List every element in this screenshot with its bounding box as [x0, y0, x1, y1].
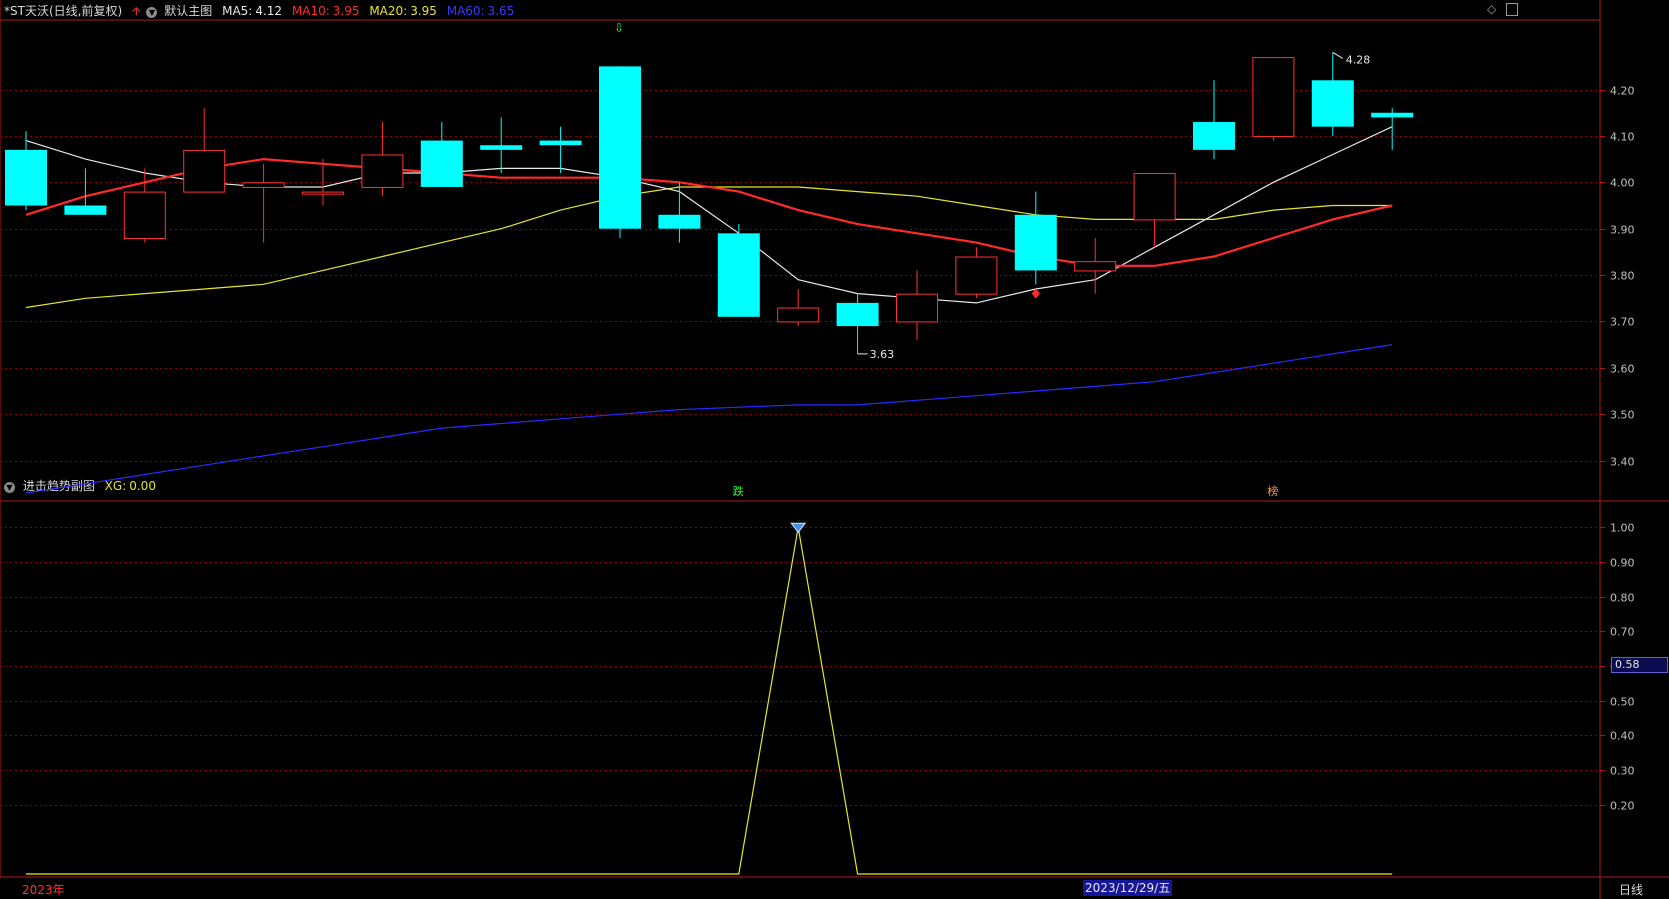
- xg-line: [26, 527, 1393, 875]
- candle-body: [1371, 112, 1414, 118]
- candle-body: [123, 191, 166, 239]
- candle: [1074, 237, 1117, 294]
- value-tick-label: 0.70: [1610, 626, 1635, 639]
- candle-body: [1133, 173, 1176, 221]
- cursor-value-badge: 0.58: [1611, 657, 1668, 673]
- price-tick-label: 3.70: [1610, 316, 1635, 329]
- candle-body: [64, 205, 107, 215]
- candle-body: [896, 293, 938, 323]
- value-tick-label: 0.20: [1610, 800, 1635, 813]
- value-tick-label: 0.40: [1610, 730, 1635, 743]
- candlesticks: [5, 52, 1414, 354]
- moving-average-lines: [25, 126, 1393, 494]
- candle: [361, 122, 404, 197]
- candle-body: [1074, 261, 1117, 272]
- price-tick-label: 4.20: [1610, 85, 1635, 98]
- ma60-line: [25, 344, 1393, 494]
- candle: [599, 66, 641, 238]
- date-text: 2023/12/29/五: [1085, 881, 1171, 895]
- candle: [896, 270, 938, 340]
- candle-body: [480, 145, 523, 150]
- price-tick-label: 3.50: [1610, 409, 1635, 422]
- candle: [1014, 191, 1057, 285]
- candle-body: [183, 149, 226, 193]
- diamond-signal-icon: [790, 522, 807, 534]
- event-label-die: 跌: [733, 484, 744, 498]
- cursor-value: 0.58: [1615, 658, 1640, 671]
- down-arrow-icon: ⇩: [614, 21, 624, 35]
- year-label: 2023年: [22, 881, 65, 898]
- candle: [64, 168, 107, 215]
- high-label: 4.28: [1346, 53, 1371, 66]
- main-grid: [0, 90, 1598, 462]
- candle: [5, 131, 47, 211]
- candle-body: [1014, 214, 1057, 271]
- price-tick-label: 4.00: [1610, 177, 1635, 190]
- event-label-bang: 榜: [1267, 484, 1278, 498]
- candle: [717, 224, 760, 317]
- candle: [1252, 57, 1295, 141]
- candle: [539, 126, 582, 174]
- period-text: 日线: [1619, 883, 1644, 897]
- value-tick-label: 0.80: [1610, 592, 1635, 605]
- candle: [302, 159, 344, 206]
- candle-body: [599, 66, 641, 229]
- candle-body: [5, 149, 47, 206]
- candle-body: [777, 307, 820, 323]
- sub-grid: [0, 527, 1598, 806]
- candle: [242, 163, 285, 243]
- date-label: 2023/12/29/五: [1083, 880, 1173, 896]
- candle-body: [1252, 57, 1295, 137]
- candle-body: [1311, 80, 1354, 127]
- chart-canvas[interactable]: 4.20 4.10 4.00 3.90 3.80 3.70 3.60 3.50 3.40 1.0…: [0, 0, 1669, 899]
- candle-body: [420, 140, 463, 187]
- value-tick-label: 0.30: [1610, 765, 1635, 778]
- candle: [955, 247, 998, 299]
- ma5-line: [25, 126, 1393, 304]
- candle-body: [242, 182, 285, 188]
- chart-frame: [0, 0, 1669, 899]
- high-pointer: [1332, 52, 1344, 59]
- stock-chart-window: *ST天沃(日线,前复权) 🡩 ▼ 默认主图 MA5: 4.12 MA10: 3.9…: [0, 0, 1669, 899]
- candle-body: [717, 233, 760, 317]
- candle: [1371, 108, 1414, 150]
- candle: [1133, 173, 1176, 248]
- candle: [1193, 80, 1235, 160]
- year-text: 2023年: [22, 883, 65, 897]
- value-tick-label: 1.00: [1610, 522, 1635, 535]
- price-tick-label: 4.10: [1610, 131, 1635, 144]
- price-tick-label: 3.90: [1610, 224, 1635, 237]
- candle: [777, 288, 820, 327]
- price-tick-label: 3.80: [1610, 270, 1635, 283]
- candle-body: [836, 302, 879, 327]
- candle: [183, 108, 226, 193]
- candle-body: [955, 256, 998, 295]
- period-label[interactable]: 日线: [1619, 881, 1643, 898]
- candle: [480, 117, 523, 174]
- ma20-line: [25, 186, 1393, 309]
- xg-indicator-line: [26, 522, 1393, 875]
- candle-body: [658, 214, 701, 229]
- price-tick-label: 3.40: [1610, 456, 1635, 469]
- candle-body: [302, 191, 344, 195]
- candle-body: [361, 154, 404, 188]
- main-price-axis: 4.20 4.10 4.00 3.90 3.80 3.70 3.60 3.50 3.40: [1600, 85, 1635, 469]
- candle-body: [539, 140, 582, 146]
- candle: [658, 182, 701, 243]
- candle: [420, 122, 463, 187]
- candle: [836, 293, 879, 354]
- candle-body: [1193, 122, 1235, 150]
- value-tick-label: 0.50: [1610, 696, 1635, 709]
- value-tick-label: 0.90: [1610, 557, 1635, 570]
- price-tick-label: 3.60: [1610, 363, 1635, 376]
- low-label: 3.63: [870, 348, 895, 361]
